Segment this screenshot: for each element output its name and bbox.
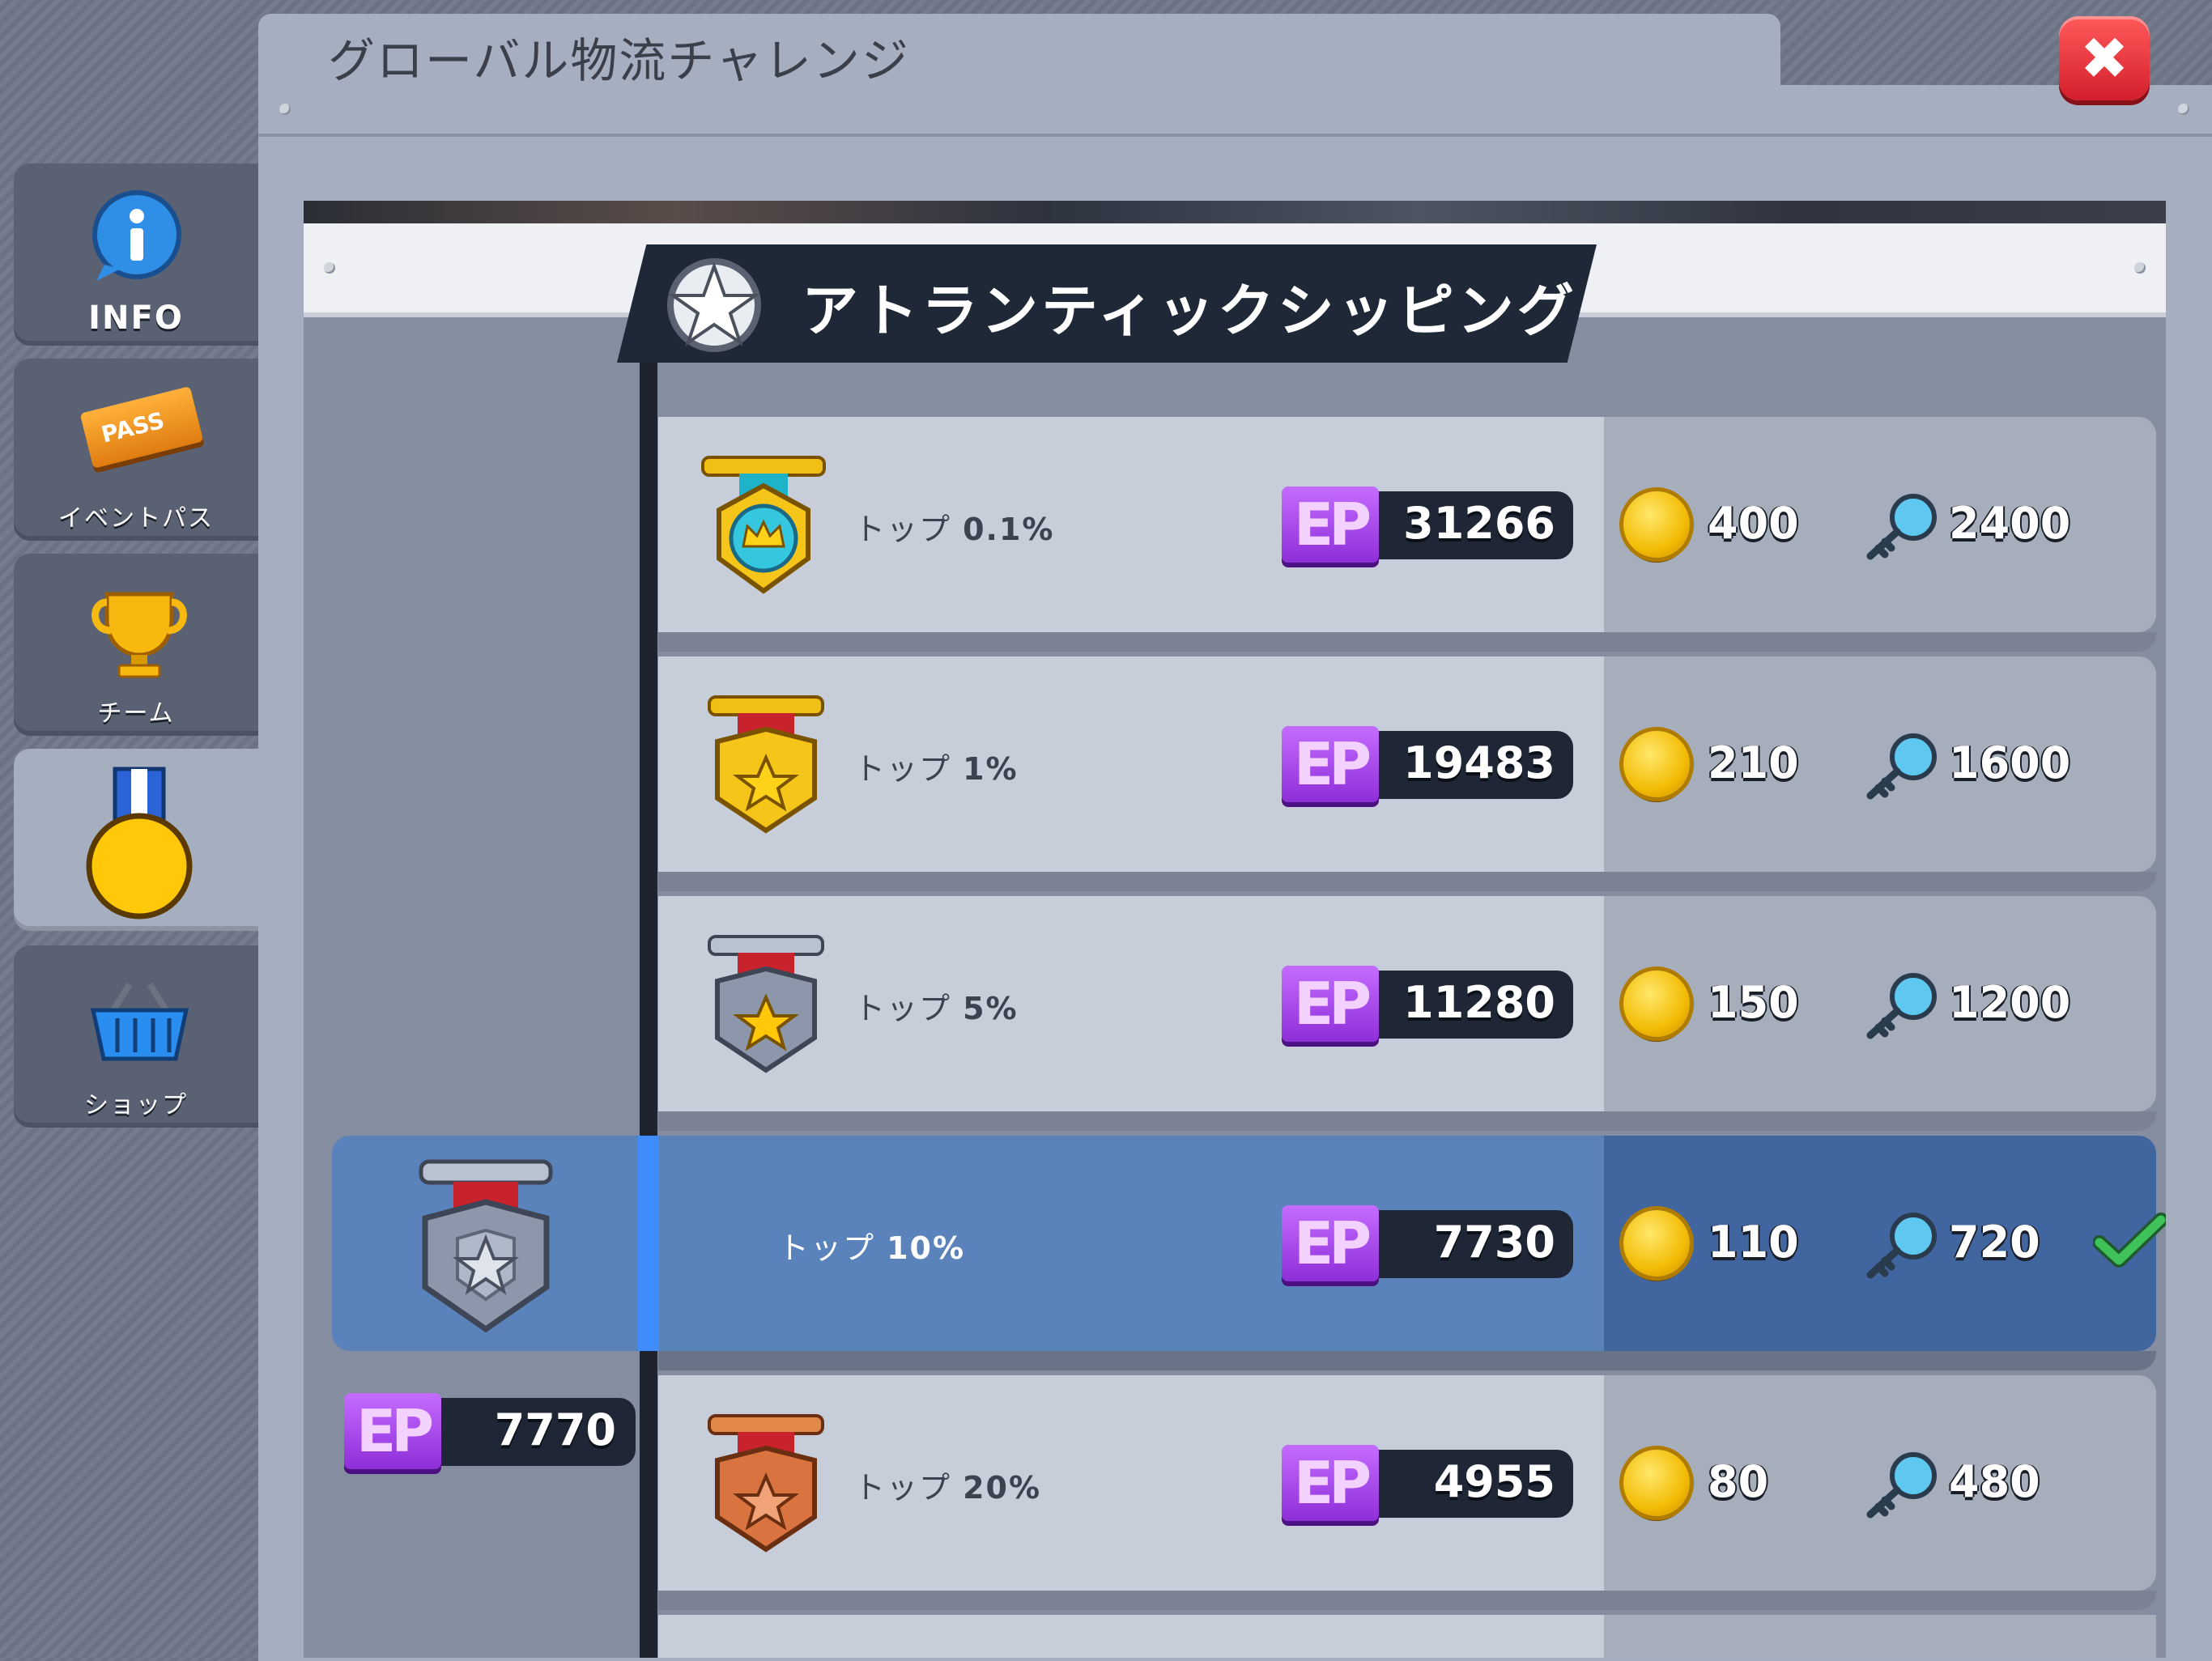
medal-icon	[86, 767, 193, 920]
key-icon	[1866, 733, 1937, 800]
player-ep-value: 7770	[494, 1404, 616, 1455]
banner-image-strip	[304, 201, 2166, 225]
current-silver-medal-icon	[419, 1159, 553, 1333]
sidebar-item-ranking[interactable]	[14, 749, 258, 931]
ep-icon: EP	[1282, 1205, 1379, 1281]
reward-row-partial	[658, 1615, 1604, 1658]
rivet	[324, 262, 335, 274]
rank-threshold: トップ 0.1%	[854, 512, 1055, 547]
coin-reward: 210	[1708, 737, 1799, 788]
key-icon	[1866, 973, 1937, 1039]
ep-value: 19483	[1403, 737, 1555, 788]
ep-requirement: EP 19483	[1282, 726, 1575, 802]
reward-row: トップ 5% EP 11280 150 1200	[658, 896, 2156, 1131]
rank-threshold: トップ 1%	[854, 751, 1019, 787]
rivet	[2134, 262, 2146, 274]
rank-threshold: トップ 10%	[778, 1230, 966, 1266]
ep-requirement: EP 7730	[1282, 1205, 1575, 1281]
reward-row-partial-right	[1604, 1615, 2156, 1658]
reward-row-current: トップ 10% EP 7730 110 720	[658, 1136, 2156, 1370]
sidebar-item-info[interactable]: INFO	[14, 164, 258, 346]
ep-requirement: EP 31266	[1282, 486, 1575, 563]
ep-icon: EP	[1282, 966, 1379, 1042]
shop-basket-icon	[90, 982, 189, 1061]
sidebar-item-label: チーム	[97, 699, 175, 728]
trophy-icon	[91, 592, 187, 678]
sidebar-item-event-pass[interactable]: PASS イベントパス	[14, 359, 258, 541]
sidebar-item-team[interactable]: チーム	[14, 554, 258, 736]
rank-threshold: トップ 5%	[854, 991, 1019, 1026]
coin-reward: 80	[1708, 1456, 1769, 1507]
star-emblem-icon	[667, 258, 761, 352]
coin-icon	[1623, 971, 1690, 1037]
coin-icon	[1623, 1210, 1690, 1277]
sidebar-item-label: ショップ	[84, 1091, 188, 1119]
rank-threshold: トップ 20%	[854, 1470, 1042, 1506]
key-icon	[1866, 494, 1937, 560]
window-title: グローバル物流チャレンジ	[328, 33, 910, 88]
reward-row: トップ 1% EP 19483 210 1600	[658, 656, 2156, 891]
progress-track	[640, 363, 657, 1658]
ep-requirement: EP 11280	[1282, 966, 1575, 1042]
reward-row: トップ 20% EP 4955 80 480	[658, 1375, 2156, 1610]
gold-medal-icon	[708, 695, 824, 834]
reward-row: トップ 0.1% EP 31266 400 2400	[658, 417, 2156, 652]
sidebar-item-shop[interactable]: ショップ	[14, 945, 258, 1128]
silver-medal-icon	[708, 935, 824, 1073]
ep-value: 11280	[1403, 977, 1555, 1028]
coin-reward: 110	[1708, 1217, 1799, 1268]
player-ep: EP 7770	[344, 1393, 636, 1469]
window-header-extension	[1780, 85, 2212, 135]
rivet	[2178, 104, 2189, 115]
ep-requirement: EP 4955	[1282, 1445, 1575, 1521]
ep-value: 7730	[1433, 1217, 1555, 1268]
ep-value: 31266	[1403, 498, 1555, 549]
key-reward: 2400	[1949, 498, 2071, 549]
rivet	[279, 104, 291, 115]
coin-icon	[1623, 1450, 1690, 1516]
coin-icon	[1623, 491, 1690, 558]
key-icon	[1866, 1452, 1937, 1519]
ep-value: 4955	[1433, 1456, 1555, 1507]
ep-icon: EP	[1282, 726, 1379, 802]
close-button[interactable]: ✖	[2059, 16, 2150, 100]
coin-reward: 400	[1708, 498, 1799, 549]
league-name: アトランティックシッピング	[802, 278, 1577, 344]
key-reward: 1600	[1949, 737, 2071, 788]
event-pass-icon: PASS	[79, 386, 204, 469]
coin-reward: 150	[1708, 977, 1799, 1028]
sidebar-item-label: INFO	[88, 299, 184, 337]
ep-icon: EP	[1282, 486, 1379, 563]
key-reward: 1200	[1949, 977, 2071, 1028]
info-icon	[92, 190, 181, 281]
ep-icon: EP	[344, 1393, 441, 1469]
key-reward: 480	[1949, 1456, 2040, 1507]
crown-medal-icon	[701, 456, 826, 594]
key-reward: 720	[1949, 1217, 2040, 1268]
checkmark-icon	[2093, 1213, 2166, 1268]
key-icon	[1866, 1213, 1937, 1279]
ep-icon: EP	[1282, 1445, 1379, 1521]
sidebar-item-label: イベントパス	[58, 504, 214, 533]
coin-icon	[1623, 731, 1690, 797]
bronze-medal-icon	[708, 1414, 824, 1553]
